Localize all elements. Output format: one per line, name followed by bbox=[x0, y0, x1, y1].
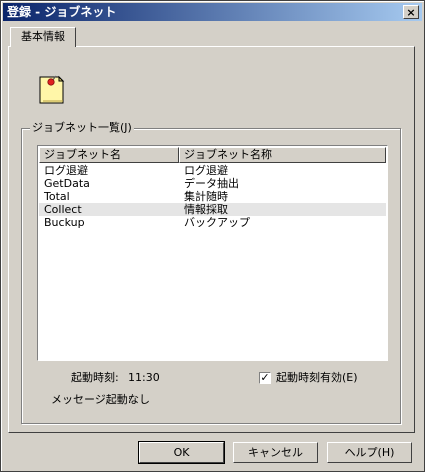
window-title: 登録 - ジョブネット bbox=[7, 5, 117, 19]
list-item[interactable]: Buckup バックアップ bbox=[39, 216, 386, 229]
list-item[interactable]: Total 集計随時 bbox=[39, 190, 386, 203]
cancel-button-label: キャンセル bbox=[248, 446, 303, 459]
list-item-name: GetData bbox=[44, 177, 90, 190]
message-start-value: なし bbox=[128, 393, 150, 406]
ok-button[interactable]: OK bbox=[138, 441, 225, 464]
tab-basic-info-label: 基本情報 bbox=[21, 30, 65, 43]
cancel-button[interactable]: キャンセル bbox=[233, 442, 318, 463]
list-item-name: Total bbox=[44, 190, 70, 203]
column-header-jobnet-title[interactable]: ジョブネット名称 bbox=[179, 147, 386, 163]
list-item[interactable]: ログ退避 ログ退避 bbox=[39, 164, 386, 177]
list-item-selected[interactable]: Collect 情報採取 bbox=[39, 203, 386, 216]
list-item-name: Buckup bbox=[44, 216, 85, 229]
close-button[interactable]: × bbox=[403, 5, 419, 19]
column-header-jobnet-title-label: ジョブネット名称 bbox=[184, 148, 272, 161]
list-item-title: バックアップ bbox=[184, 216, 250, 229]
list-item-name: ログ退避 bbox=[44, 164, 88, 177]
tab-basic-info[interactable]: 基本情報 bbox=[10, 27, 76, 47]
column-header-jobnet-name[interactable]: ジョブネット名 bbox=[39, 147, 179, 163]
start-time-label: 起動時刻: bbox=[71, 371, 119, 384]
ok-button-label: OK bbox=[173, 446, 190, 459]
title-bar[interactable]: 登録 - ジョブネット × bbox=[3, 3, 422, 21]
help-button[interactable]: ヘルプ(H) bbox=[327, 442, 412, 463]
help-button-label: ヘルプ(H) bbox=[344, 446, 395, 459]
list-item[interactable]: GetData データ抽出 bbox=[39, 177, 386, 190]
jobnet-listview[interactable]: ジョブネット名 ジョブネット名称 ログ退避 ログ退避 GetData データ抽出… bbox=[37, 145, 388, 361]
jobnet-document-icon bbox=[39, 75, 65, 104]
list-item-name: Collect bbox=[44, 203, 82, 216]
message-start-label: メッセージ起動: bbox=[51, 393, 132, 406]
list-item-title: 情報採取 bbox=[184, 203, 228, 216]
list-item-title: ログ退避 bbox=[184, 164, 228, 177]
close-icon: × bbox=[406, 6, 416, 19]
start-time-enabled-checkbox[interactable]: ✓ bbox=[259, 372, 271, 384]
list-item-title: データ抽出 bbox=[184, 177, 239, 190]
jobnet-list-legend: ジョブネット一覧(J) bbox=[30, 121, 134, 135]
column-header-jobnet-name-label: ジョブネット名 bbox=[44, 148, 121, 161]
check-mark-icon: ✓ bbox=[260, 371, 270, 384]
start-time-value: 11:30 bbox=[128, 371, 160, 384]
list-item-title: 集計随時 bbox=[184, 190, 228, 203]
start-time-enabled-label[interactable]: 起動時刻有効(E) bbox=[276, 371, 358, 385]
